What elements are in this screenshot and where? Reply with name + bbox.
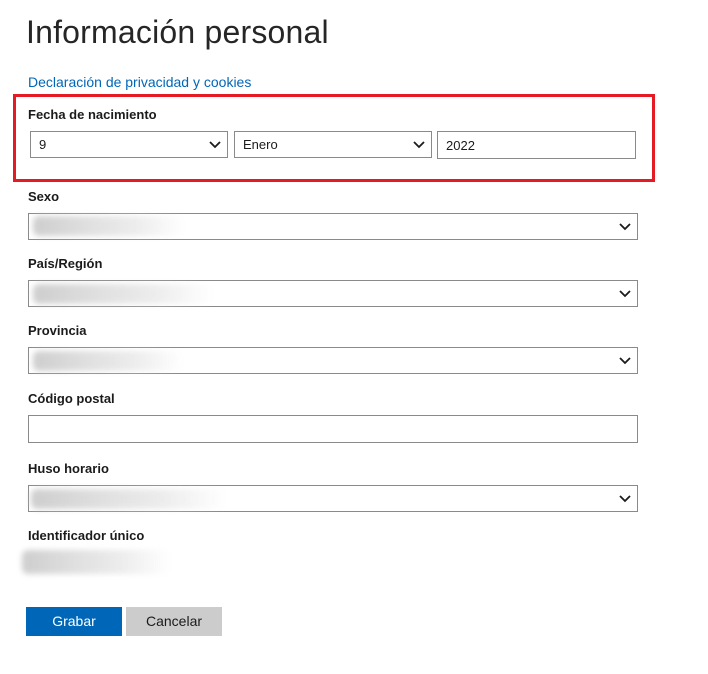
chevron-down-icon — [619, 495, 631, 503]
chevron-down-icon — [619, 290, 631, 298]
province-select[interactable] — [28, 347, 638, 374]
birth-date-label: Fecha de nacimiento — [28, 107, 157, 122]
chevron-down-icon — [619, 357, 631, 365]
page-title: Información personal — [26, 14, 329, 50]
redacted-value — [31, 489, 226, 509]
personal-info-page: Información personal Declaración de priv… — [0, 0, 708, 674]
birth-year-input[interactable] — [437, 131, 636, 159]
birth-month-select[interactable]: Enero — [234, 131, 432, 158]
sex-label: Sexo — [28, 189, 60, 204]
timezone-label: Huso horario — [28, 461, 109, 476]
chevron-down-icon — [413, 141, 425, 149]
country-label: País/Región — [28, 256, 103, 271]
postal-code-label: Código postal — [28, 391, 115, 406]
birth-day-value: 9 — [39, 137, 47, 152]
country-select[interactable] — [28, 280, 638, 307]
chevron-down-icon — [619, 223, 631, 231]
redacted-value — [22, 550, 170, 574]
birth-month-value: Enero — [243, 137, 278, 152]
privacy-cookies-link[interactable]: Declaración de privacidad y cookies — [28, 73, 251, 91]
timezone-select[interactable] — [28, 485, 638, 512]
redacted-value — [33, 216, 185, 236]
chevron-down-icon — [209, 141, 221, 149]
postal-code-input[interactable] — [28, 415, 638, 443]
cancel-button[interactable]: Cancelar — [126, 607, 222, 636]
save-button[interactable]: Grabar — [26, 607, 122, 636]
redacted-value — [33, 351, 183, 371]
birth-day-select[interactable]: 9 — [30, 131, 228, 158]
unique-id-label: Identificador único — [28, 528, 145, 543]
province-label: Provincia — [28, 323, 87, 338]
sex-select[interactable] — [28, 213, 638, 240]
redacted-value — [33, 284, 213, 304]
